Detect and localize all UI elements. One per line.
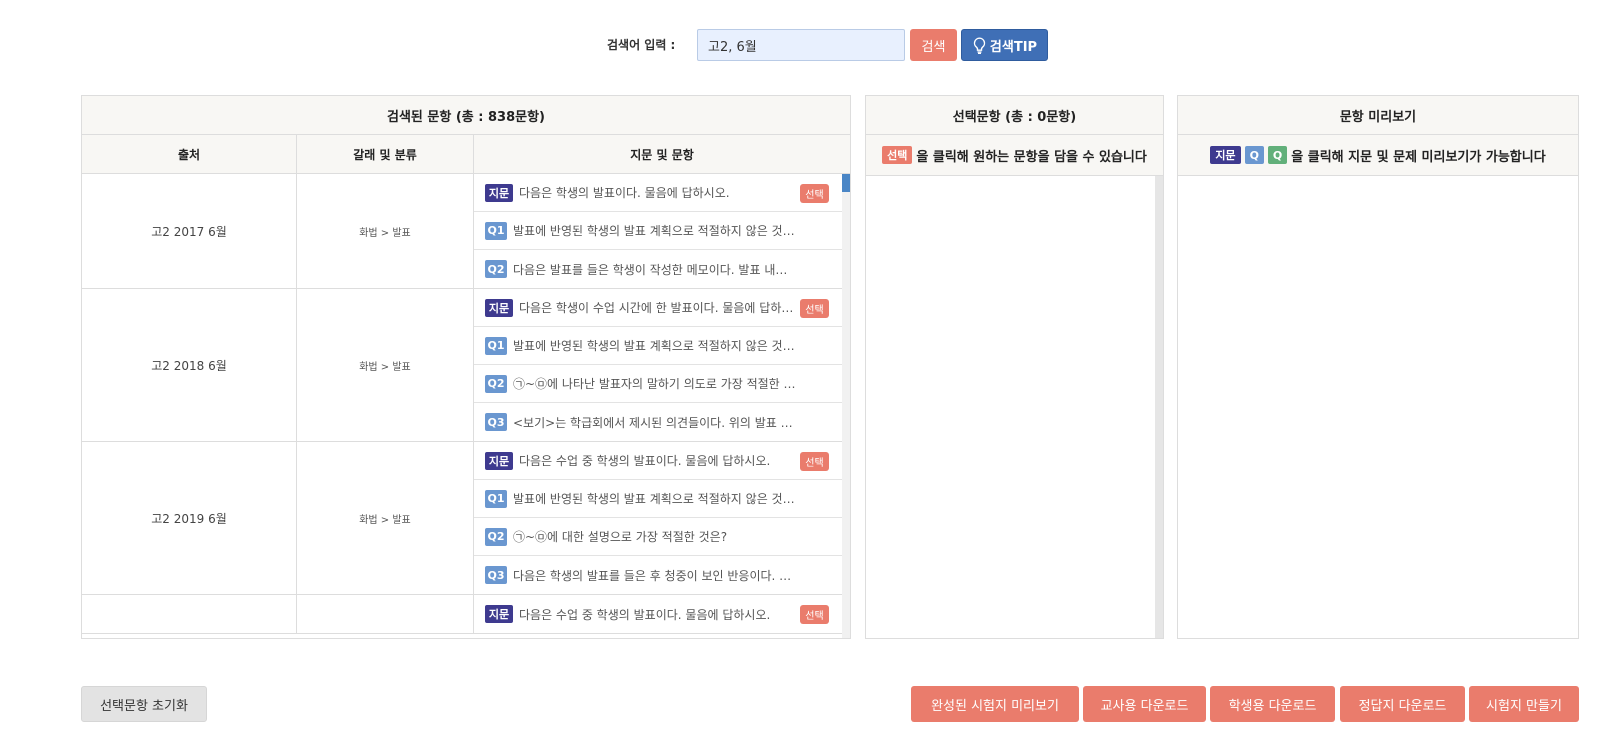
- results-title: 검색된 문항 (총 : 838문항): [82, 96, 850, 135]
- list-item[interactable]: Q2 ㉠~㉤에 나타난 발표자의 말하기 의도로 가장 적절한 …: [474, 365, 842, 403]
- result-items: 지문 다음은 수업 중 학생의 발표이다. 물음에 답하시오. 선택: [474, 595, 842, 633]
- result-group: 고2 2017 6월 화법 > 발표 지문 다음은 학생의 발표이다. 물음에 답하시…: [82, 174, 850, 289]
- list-item[interactable]: Q3 다음은 학생의 발표를 들은 후 청중이 보인 반응이다. …: [474, 556, 842, 594]
- make-exam-button[interactable]: 시험지 만들기: [1469, 686, 1579, 722]
- question-tag[interactable]: Q3: [485, 566, 507, 584]
- selected-hint: 선택 을 클릭해 원하는 문항을 담을 수 있습니다: [866, 135, 1163, 176]
- selected-scrollbar[interactable]: [1155, 176, 1163, 638]
- search-tip-button[interactable]: 검색TIP: [961, 29, 1048, 61]
- list-item[interactable]: 지문 다음은 수업 중 학생의 발표이다. 물음에 답하시오. 선택: [474, 595, 842, 633]
- column-header-category: 갈래 및 분류: [297, 135, 474, 173]
- list-item[interactable]: 지문 다음은 학생의 발표이다. 물음에 답하시오. 선택: [474, 174, 842, 212]
- passage-tag[interactable]: 지문: [485, 451, 513, 470]
- select-button[interactable]: 선택: [800, 184, 829, 203]
- results-panel: 검색된 문항 (총 : 838문항) 출처 갈래 및 분류 지문 및 문항 고2…: [81, 95, 851, 639]
- search-button[interactable]: 검색: [910, 29, 957, 61]
- preview-hint-tag-passage: 지문: [1210, 146, 1241, 164]
- item-text: <보기>는 학급회에서 제시된 의견들이다. 위의 발표 내…: [513, 415, 797, 430]
- question-tag[interactable]: Q1: [485, 221, 507, 240]
- column-header-source: 출처: [82, 135, 297, 173]
- list-item[interactable]: Q3 <보기>는 학급회에서 제시된 의견들이다. 위의 발표 내…: [474, 403, 842, 441]
- search-input[interactable]: [697, 29, 905, 61]
- item-text: 발표에 반영된 학생의 발표 계획으로 적절하지 않은 것…: [513, 492, 795, 506]
- list-item[interactable]: Q1 발표에 반영된 학생의 발표 계획으로 적절하지 않은 것…: [474, 327, 842, 365]
- search-bar: 검색어 입력 : 검색 검색TIP: [0, 29, 1600, 61]
- item-text: 다음은 발표를 들은 학생이 작성한 메모이다. 발표 내용…: [513, 262, 797, 277]
- list-item[interactable]: Q1 발표에 반영된 학생의 발표 계획으로 적절하지 않은 것…: [474, 480, 842, 518]
- result-group: 고2 2018 6월 화법 > 발표 지문 다음은 학생이 수업 시간에 한 발표이다…: [82, 289, 850, 442]
- preview-exam-button[interactable]: 완성된 시험지 미리보기: [911, 686, 1079, 722]
- result-group: 지문 다음은 수업 중 학생의 발표이다. 물음에 답하시오. 선택: [82, 595, 850, 634]
- question-tag[interactable]: Q2: [485, 260, 507, 278]
- selected-hint-text: 을 클릭해 원하는 문항을 담을 수 있습니다: [916, 149, 1147, 165]
- question-tag[interactable]: Q2: [485, 374, 507, 393]
- question-tag[interactable]: Q3: [485, 413, 507, 431]
- item-text: 다음은 수업 중 학생의 발표이다. 물음에 답하시오.: [519, 454, 771, 468]
- item-text: 다음은 학생이 수업 시간에 한 발표이다. 물음에 답하시…: [519, 301, 803, 315]
- results-column-headers: 출처 갈래 및 분류 지문 및 문항: [82, 135, 850, 174]
- preview-hint-text: 을 클릭해 지문 및 문제 미리보기가 가능합니다: [1291, 149, 1546, 165]
- result-category: 화법 > 발표: [297, 289, 474, 441]
- preview-panel: 문항 미리보기 지문 Q Q 을 클릭해 지문 및 문제 미리보기가 가능합니다: [1177, 95, 1579, 639]
- result-source: [82, 595, 297, 633]
- teacher-download-button[interactable]: 교사용 다운로드: [1083, 686, 1206, 722]
- result-category: 화법 > 발표: [297, 174, 474, 288]
- item-text: 다음은 학생의 발표를 들은 후 청중이 보인 반응이다. …: [513, 568, 792, 583]
- selected-hint-tag: 선택: [882, 146, 913, 164]
- list-item[interactable]: Q2 다음은 발표를 들은 학생이 작성한 메모이다. 발표 내용…: [474, 250, 842, 288]
- result-category: [297, 595, 474, 633]
- results-scrollbar[interactable]: [842, 174, 850, 638]
- preview-title: 문항 미리보기: [1178, 96, 1578, 135]
- item-text: ㉠~㉤에 나타난 발표자의 말하기 의도로 가장 적절한 …: [513, 377, 796, 391]
- result-source: 고2 2017 6월: [82, 174, 297, 288]
- preview-hint-tag-q: Q: [1244, 146, 1264, 164]
- result-source: 고2 2018 6월: [82, 289, 297, 441]
- item-text: 다음은 수업 중 학생의 발표이다. 물음에 답하시오.: [519, 607, 771, 622]
- selected-title: 선택문항 (총 : 0문항): [866, 96, 1163, 135]
- results-scrollbar-thumb[interactable]: [842, 174, 850, 192]
- list-item[interactable]: Q2 ㉠~㉤에 대한 설명으로 가장 적절한 것은?: [474, 518, 842, 556]
- preview-hint: 지문 Q Q 을 클릭해 지문 및 문제 미리보기가 가능합니다: [1178, 135, 1578, 176]
- selected-list[interactable]: [866, 176, 1163, 638]
- list-item[interactable]: 지문 다음은 수업 중 학생의 발표이다. 물음에 답하시오. 선택: [474, 442, 842, 480]
- list-item[interactable]: Q1 발표에 반영된 학생의 발표 계획으로 적절하지 않은 것…: [474, 212, 842, 250]
- result-group: 고2 2019 6월 화법 > 발표 지문 다음은 수업 중 학생의 발표이다. 물음…: [82, 442, 850, 595]
- select-button[interactable]: 선택: [800, 452, 829, 471]
- result-items: 지문 다음은 학생의 발표이다. 물음에 답하시오. 선택 Q1 발표에 반영된 학생의…: [474, 174, 842, 288]
- question-tag[interactable]: Q1: [485, 489, 507, 508]
- select-button[interactable]: 선택: [800, 605, 829, 624]
- result-items: 지문 다음은 수업 중 학생의 발표이다. 물음에 답하시오. 선택 Q1 발표에 반영…: [474, 442, 842, 594]
- item-text: 다음은 학생의 발표이다. 물음에 답하시오.: [519, 186, 730, 200]
- search-tip-label: 검색TIP: [989, 39, 1038, 55]
- select-button[interactable]: 선택: [800, 299, 829, 318]
- question-tag[interactable]: Q2: [485, 527, 507, 546]
- passage-tag[interactable]: 지문: [485, 298, 513, 317]
- selected-panel: 선택문항 (총 : 0문항) 선택 을 클릭해 원하는 문항을 담을 수 있습니…: [865, 95, 1164, 639]
- search-label: 검색어 입력 :: [607, 38, 676, 52]
- result-source: 고2 2019 6월: [82, 442, 297, 594]
- item-text: 발표에 반영된 학생의 발표 계획으로 적절하지 않은 것…: [513, 339, 795, 353]
- item-text: ㉠~㉤에 대한 설명으로 가장 적절한 것은?: [513, 530, 728, 544]
- preview-hint-tag-q-alt: Q: [1267, 146, 1288, 164]
- student-download-button[interactable]: 학생용 다운로드: [1210, 686, 1335, 722]
- answer-download-button[interactable]: 정답지 다운로드: [1340, 686, 1465, 722]
- lightbulb-icon: [973, 36, 986, 54]
- result-items: 지문 다음은 학생이 수업 시간에 한 발표이다. 물음에 답하시… 선택 Q1 발표에…: [474, 289, 842, 441]
- passage-tag[interactable]: 지문: [485, 183, 513, 202]
- reset-selection-button[interactable]: 선택문항 초기화: [81, 686, 207, 722]
- question-tag[interactable]: Q1: [485, 336, 507, 355]
- list-item[interactable]: 지문 다음은 학생이 수업 시간에 한 발표이다. 물음에 답하시… 선택: [474, 289, 842, 327]
- result-category: 화법 > 발표: [297, 442, 474, 594]
- item-text: 발표에 반영된 학생의 발표 계획으로 적절하지 않은 것…: [513, 224, 795, 238]
- results-list[interactable]: 고2 2017 6월 화법 > 발표 지문 다음은 학생의 발표이다. 물음에 답하시…: [82, 174, 850, 638]
- passage-tag[interactable]: 지문: [485, 605, 513, 623]
- column-header-items: 지문 및 문항: [630, 147, 694, 162]
